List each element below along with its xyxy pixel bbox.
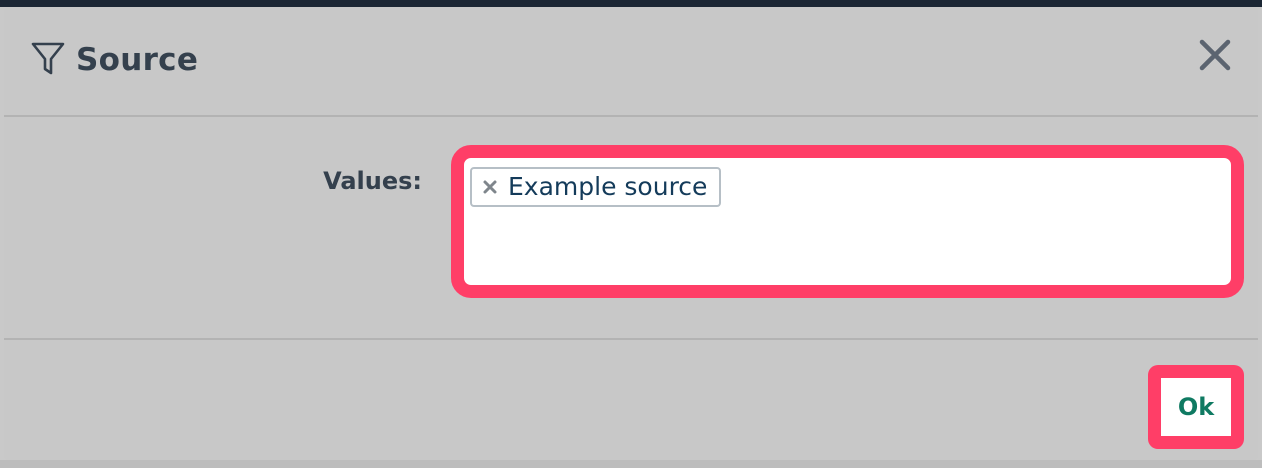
source-filter-dialog: Source Values: Example source Ok <box>4 7 1258 460</box>
value-tag-label: Example source <box>508 172 708 201</box>
filter-icon <box>31 42 65 75</box>
ok-button-label: Ok <box>1177 393 1215 421</box>
background-top-bar <box>0 0 1262 7</box>
remove-x-icon[interactable] <box>482 179 498 195</box>
ok-button[interactable]: Ok <box>1148 365 1244 449</box>
dialog-title: Source <box>76 42 199 78</box>
value-tag: Example source <box>470 167 722 207</box>
dialog-header: Source <box>4 7 1258 116</box>
background-bottom-strip <box>0 460 1262 468</box>
footer-divider <box>4 338 1258 340</box>
values-label: Values: <box>323 167 422 195</box>
header-divider <box>4 115 1258 117</box>
close-icon[interactable] <box>1198 38 1232 72</box>
values-multiselect-input[interactable]: Example source <box>451 145 1244 298</box>
